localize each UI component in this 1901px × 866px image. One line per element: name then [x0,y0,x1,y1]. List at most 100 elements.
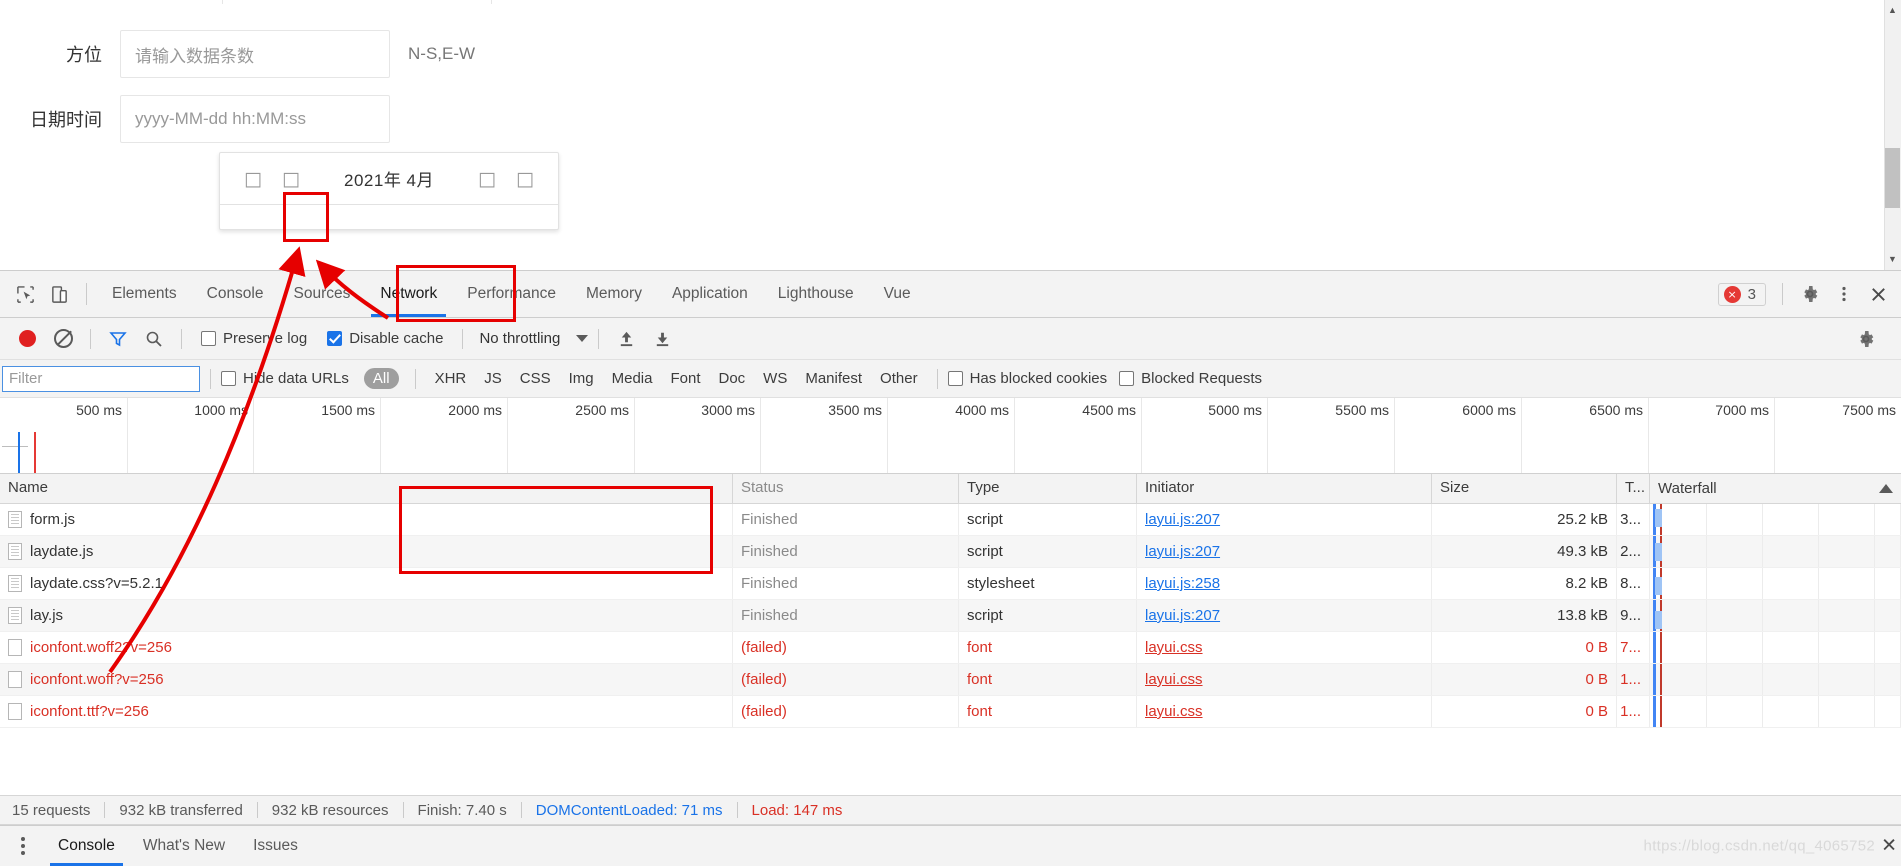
scroll-up-arrow[interactable]: ▲ [1886,4,1899,17]
hide-data-urls-checkbox[interactable]: Hide data URLs [221,370,349,387]
disable-cache-checkbox[interactable]: Disable cache [327,330,443,347]
filter-type-doc[interactable]: Doc [718,370,745,387]
table-row[interactable]: form.js Finished script layui.js:207 25.2 kB… [0,504,1901,536]
prev-year-icon[interactable]: □ [242,168,264,190]
filter-type-manifest[interactable]: Manifest [805,370,862,387]
filter-type-xhr[interactable]: XHR [435,370,467,387]
filter-type-js[interactable]: JS [484,370,502,387]
initiator-link[interactable]: layui.css [1145,639,1203,656]
filter-type-img[interactable]: Img [569,370,594,387]
filter-type-css[interactable]: CSS [520,370,551,387]
overview-tick-label: 6500 ms [1589,402,1643,418]
tab-console[interactable]: Console [192,271,279,317]
partial-input-above[interactable] [222,0,492,4]
tab-performance[interactable]: Performance [452,271,571,317]
network-overview-timeline[interactable]: 500 ms 1000 ms 1500 ms 2000 ms 2500 ms 3000 m… [0,398,1901,474]
column-header-waterfall[interactable]: Waterfall [1650,474,1901,503]
kebab-menu-icon[interactable] [1827,277,1861,311]
filter-type-all[interactable]: All [363,368,399,389]
table-row[interactable]: laydate.css?v=5.2.1 Finished stylesheet lay… [0,568,1901,600]
filter-type-ws[interactable]: WS [763,370,787,387]
gear-icon[interactable] [1793,277,1827,311]
column-header-initiator[interactable]: Initiator [1137,474,1432,503]
cell-time: 3... [1617,504,1650,535]
prev-month-icon[interactable]: □ [280,168,302,190]
tab-sources[interactable]: Sources [279,271,366,317]
tab-application[interactable]: Application [657,271,763,317]
tab-elements[interactable]: Elements [97,271,192,317]
overview-tick-line [1014,398,1015,473]
form-row-direction: 方位 请输入数据条数 N-S,E-W [0,30,475,78]
tab-lighthouse[interactable]: Lighthouse [763,271,869,317]
summary-transferred: 932 kB transferred [119,801,243,819]
disable-cache-box[interactable] [327,331,343,346]
column-header-type[interactable]: Type [959,474,1137,503]
requests-table: Name Status Type Initiator Size T... Wat… [0,474,1901,795]
clear-button[interactable] [46,322,80,356]
preserve-log-box[interactable] [201,331,216,346]
tab-memory[interactable]: Memory [571,271,657,317]
column-header-time[interactable]: T... [1617,474,1650,503]
inspect-element-icon[interactable] [8,277,42,311]
page-scrollbar[interactable]: ▲ ▼ [1884,0,1901,270]
blocked-requests-box[interactable] [1119,371,1135,386]
device-toolbar-icon[interactable] [42,277,76,311]
initiator-link[interactable]: layui.css [1145,671,1203,688]
table-row[interactable]: iconfont.woff?v=256 (failed) font layui.css… [0,664,1901,696]
next-year-icon[interactable]: □ [514,168,536,190]
has-blocked-cookies-checkbox[interactable]: Has blocked cookies [947,370,1107,387]
table-row[interactable]: laydate.js Finished script layui.js:207 49.3… [0,536,1901,568]
preserve-log-checkbox[interactable]: Preserve log [201,330,307,347]
column-header-name[interactable]: Name [0,474,733,503]
close-icon[interactable] [1861,277,1895,311]
tab-network[interactable]: Network [365,271,452,317]
record-button[interactable] [10,322,44,356]
import-har-icon[interactable] [609,322,643,356]
drawer-tab-console[interactable]: Console [44,826,129,866]
next-month-icon[interactable]: □ [476,168,498,190]
filter-type-font[interactable]: Font [670,370,700,387]
filter-type-media[interactable]: Media [612,370,653,387]
drawer-kebab-menu-icon[interactable] [8,837,38,855]
initiator-link[interactable]: layui.js:258 [1145,575,1220,592]
drawer-tab-whats-new[interactable]: What's New [129,826,239,866]
cell-time-text: 7... [1620,639,1641,656]
search-icon[interactable] [137,322,171,356]
datetime-input-placeholder: yyyy-MM-dd hh:MM:ss [135,109,306,128]
waterfall-guide-line [1874,600,1875,631]
blocked-requests-checkbox[interactable]: Blocked Requests [1119,370,1262,387]
column-header-size[interactable]: Size [1432,474,1617,503]
filter-type-other[interactable]: Other [880,370,918,387]
throttling-select[interactable]: No throttling [479,330,589,347]
direction-input[interactable]: 请输入数据条数 [120,30,390,78]
initiator-link[interactable]: layui.css [1145,703,1203,720]
initiator-link[interactable]: layui.js:207 [1145,543,1220,560]
chevron-down-icon[interactable] [576,335,589,342]
sort-ascending-icon[interactable] [1879,484,1893,493]
initiator-link[interactable]: layui.js:207 [1145,607,1220,624]
table-row[interactable]: lay.js Finished script layui.js:207 13.8 kB 9… [0,600,1901,632]
drawer-tab-issues[interactable]: Issues [239,826,312,866]
cell-name: iconfont.woff2?v=256 [0,632,733,663]
watermark-close-icon[interactable]: ✕ [1881,836,1897,856]
scroll-down-arrow[interactable]: ▼ [1886,253,1899,266]
error-x-icon: × [1723,285,1741,303]
error-count-badge[interactable]: × 3 [1717,282,1766,306]
devtools-tabbar: Elements Console Sources Network Perform… [0,271,1901,318]
datetime-input[interactable]: yyyy-MM-dd hh:MM:ss [120,95,390,143]
tab-vue[interactable]: Vue [869,271,926,317]
export-har-icon[interactable] [645,322,679,356]
page-scrollbar-thumb[interactable] [1885,148,1900,208]
cell-name-text: iconfont.ttf?v=256 [30,703,149,720]
column-header-status[interactable]: Status [733,474,959,503]
filter-funnel-icon[interactable] [101,322,135,356]
cell-type: font [959,664,1137,695]
initiator-link[interactable]: layui.js:207 [1145,511,1220,528]
waterfall-load-line [1660,632,1662,663]
filter-input[interactable]: Filter [2,365,200,392]
table-row[interactable]: iconfont.ttf?v=256 (failed) font layui.css 0… [0,696,1901,728]
table-row[interactable]: iconfont.woff2?v=256 (failed) font layui.cs… [0,632,1901,664]
hide-data-urls-box[interactable] [221,371,236,386]
network-settings-gear-icon[interactable] [1849,322,1883,356]
has-blocked-cookies-box[interactable] [947,371,963,386]
